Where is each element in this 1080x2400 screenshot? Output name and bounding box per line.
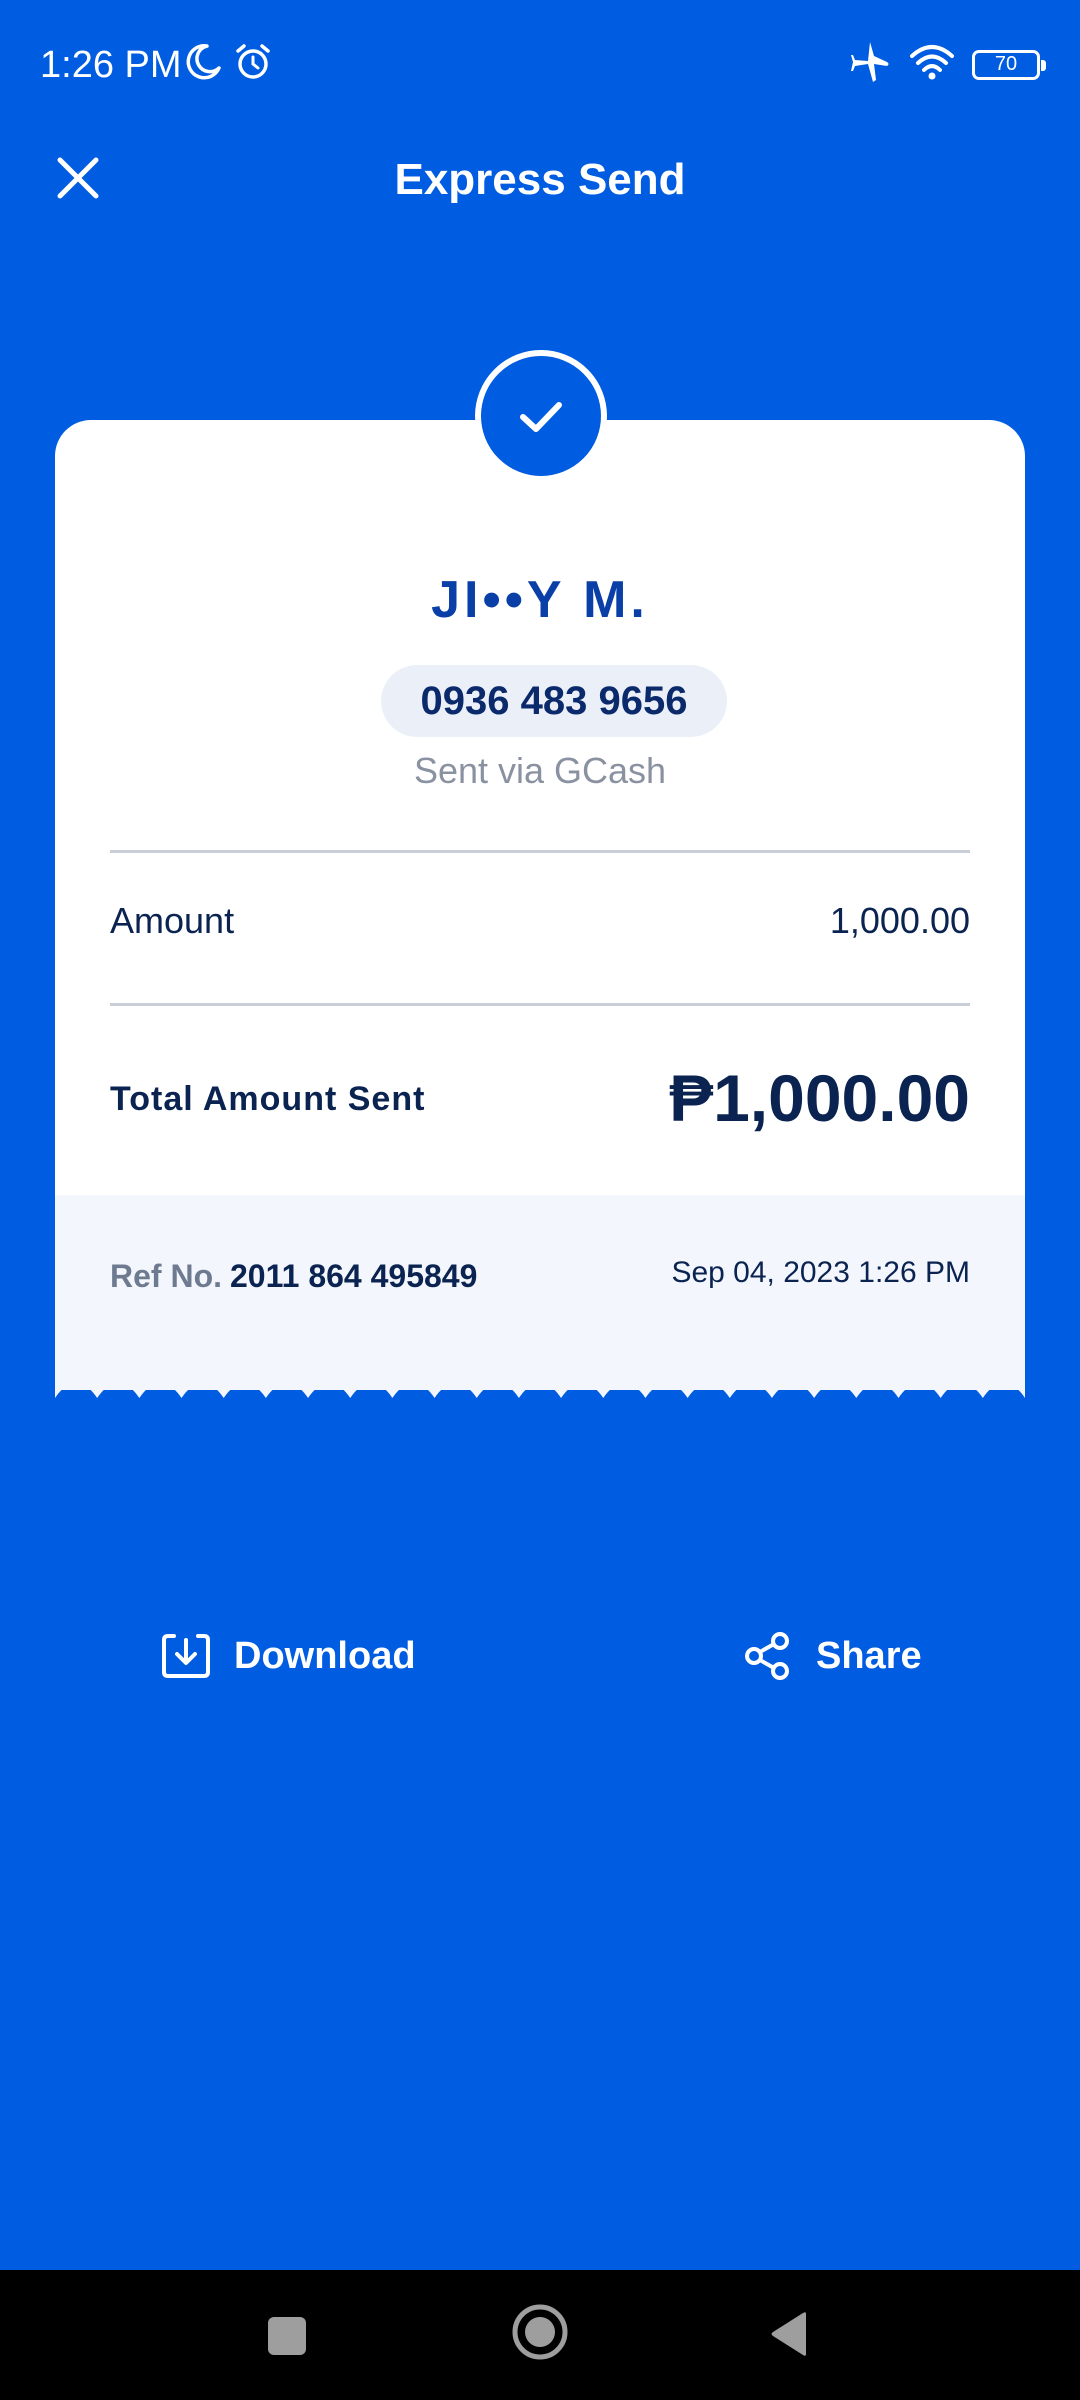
system-nav-bar [0, 2270, 1080, 2400]
share-label: Share [816, 1634, 922, 1677]
total-amount-value: ₱1,000.00 [669, 1061, 970, 1135]
battery-icon: 70 [972, 49, 1046, 80]
success-check [475, 350, 607, 482]
divider [110, 850, 970, 853]
home-icon [512, 2304, 568, 2360]
header: Express Send [0, 140, 1080, 220]
status-bar: 1:26 PM 70 [0, 0, 1080, 130]
check-icon [520, 402, 562, 432]
total-amount-label: Total Amount Sent [110, 1080, 426, 1118]
receipt-card: JI••Y M. 0936 483 9656 Sent via GCash Am… [55, 350, 1025, 1480]
back-button[interactable] [768, 2310, 810, 2363]
download-button[interactable]: Download [160, 1630, 416, 1682]
status-time: 1:26 PM [40, 44, 182, 86]
home-button[interactable] [511, 2303, 569, 2366]
status-right-icons: 70 [848, 42, 1046, 87]
alarm-icon [233, 42, 273, 87]
airplane-icon [848, 42, 892, 87]
download-label: Download [234, 1634, 416, 1677]
receipt-actions: Download Share [0, 1630, 1080, 1700]
share-icon [745, 1632, 789, 1680]
recents-icon [268, 2317, 306, 2355]
page-title: Express Send [394, 155, 686, 204]
download-icon [162, 1634, 210, 1678]
wifi-icon [908, 42, 956, 87]
amount-label: Amount [110, 900, 235, 941]
recipient-phone: 0936 483 9656 [381, 665, 727, 737]
back-icon [771, 2312, 806, 2356]
share-button[interactable]: Share [742, 1630, 922, 1682]
status-left-icons [183, 42, 273, 87]
receipt-zigzag-edge [55, 1380, 1025, 1398]
transaction-date: Sep 04, 2023 1:26 PM [671, 1256, 970, 1289]
divider [110, 1003, 970, 1006]
sent-via-label: Sent via GCash [413, 750, 667, 791]
ref-number: 2011 864 495849 [230, 1258, 478, 1294]
ref-label: Ref No. [110, 1258, 222, 1294]
battery-level: 70 [994, 53, 1018, 75]
reference-number: Ref No. 2011 864 495849 [110, 1258, 477, 1295]
moon-icon [183, 42, 223, 87]
receipt-body: JI••Y M. 0936 483 9656 Sent via GCash Am… [55, 420, 1025, 1195]
recents-button[interactable] [266, 2315, 308, 2362]
recipient-name: JI••Y M. [431, 571, 649, 629]
amount-value: 1,000.00 [829, 900, 970, 941]
